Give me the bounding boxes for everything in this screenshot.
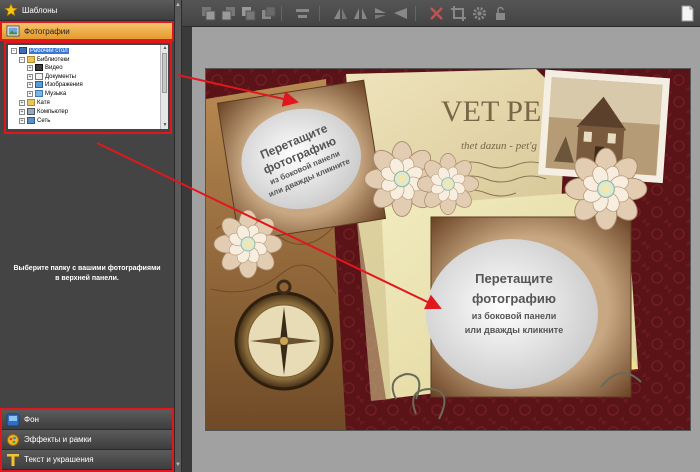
music-icon	[35, 90, 43, 97]
tree-item-user[interactable]: + Катя	[19, 98, 50, 107]
tree-item-images[interactable]: + Изображения	[27, 80, 83, 89]
left-panel: Шаблоны Фотографии − Рабочий стол − Библ…	[0, 0, 174, 472]
flower-decoration	[213, 209, 283, 279]
expand-icon[interactable]: +	[19, 99, 25, 106]
collapse-icon[interactable]: −	[11, 47, 17, 54]
text-section-header[interactable]: Текст и украшения	[2, 450, 172, 470]
flower-decoration	[564, 147, 648, 231]
scrollbar-thumb[interactable]	[162, 53, 167, 93]
tree-item-desktop[interactable]: − Рабочий стол	[11, 46, 69, 55]
expand-icon[interactable]: +	[19, 117, 25, 124]
folder-icon	[27, 99, 35, 106]
desktop-icon	[19, 47, 27, 54]
computer-icon	[27, 108, 35, 115]
folder-icon	[27, 56, 35, 63]
lock-icon[interactable]	[492, 5, 509, 22]
collapse-icon[interactable]: −	[19, 56, 25, 63]
select-folder-hint: Выберите папку с вашими фотографиями в в…	[13, 265, 161, 282]
folder-tree-panel: − Рабочий стол − Библиотеки + Видео + До…	[4, 41, 172, 134]
send-back-button[interactable]	[260, 5, 277, 22]
placeholder-2-line2: фотографию	[472, 291, 556, 306]
bring-front-button[interactable]	[200, 5, 217, 22]
crop-icon[interactable]	[450, 5, 467, 22]
tree-scrollbar[interactable]: ▲ ▼	[160, 45, 168, 129]
photos-label: Фотографии	[24, 26, 70, 36]
video-icon	[35, 64, 43, 71]
photo-frame-2[interactable]: Перетащите фотографию из боковой панели …	[426, 216, 632, 398]
toolbar	[182, 0, 700, 27]
scroll-down-icon[interactable]: ▼	[175, 462, 181, 470]
expand-icon[interactable]: +	[27, 81, 33, 88]
placeholder-2-line4: или дважды кликните	[465, 325, 563, 335]
flip-vertical-button[interactable]	[372, 5, 389, 22]
collage-script-text: thet dazun - pet'g	[461, 140, 537, 152]
effects-icon	[6, 433, 20, 447]
tree-item-music[interactable]: + Музыка	[27, 89, 66, 98]
photos-icon	[6, 24, 20, 38]
collage-canvas[interactable]: VET PE БАЦ thet dazun - pet'g Перетащите	[205, 68, 691, 431]
templates-label: Шаблоны	[22, 5, 58, 15]
background-section-header[interactable]: Фон	[2, 410, 172, 430]
text-icon	[6, 453, 20, 467]
workspace-margin	[182, 27, 192, 472]
documents-icon	[35, 73, 43, 80]
scroll-down-icon[interactable]: ▼	[161, 122, 169, 129]
bottom-sections: Фон Эффекты и рамки Текст и украшения	[0, 408, 174, 472]
scroll-up-icon[interactable]: ▲	[161, 45, 169, 52]
placeholder-2-line1: Перетащите	[475, 271, 553, 286]
background-icon	[6, 413, 20, 427]
tree-item-network[interactable]: + Сеть	[19, 116, 50, 125]
perspective-button[interactable]	[392, 5, 409, 22]
tree-item-computer[interactable]: + Компьютер	[19, 107, 68, 116]
align-button[interactable]	[294, 5, 311, 22]
delete-button[interactable]	[428, 5, 445, 22]
gear-icon[interactable]	[471, 5, 488, 22]
flip-horizontal-button[interactable]	[352, 5, 369, 22]
expand-icon[interactable]: +	[27, 90, 33, 97]
bring-forward-button[interactable]	[220, 5, 237, 22]
scroll-up-icon[interactable]: ▲	[175, 2, 181, 10]
send-backward-button[interactable]	[240, 5, 257, 22]
panel-splitter[interactable]: ▲ ▼	[174, 0, 182, 472]
photos-section-header[interactable]: Фотографии	[0, 21, 174, 41]
flower-decoration	[416, 152, 480, 216]
expand-icon[interactable]: +	[19, 108, 25, 115]
folder-tree[interactable]: − Рабочий стол − Библиотеки + Видео + До…	[8, 45, 165, 129]
star-icon	[4, 3, 18, 17]
placeholder-2-line3: из боковой панели	[472, 311, 557, 321]
network-icon	[27, 117, 35, 124]
expand-icon[interactable]: +	[27, 64, 33, 71]
images-icon	[35, 81, 43, 88]
templates-section-header[interactable]: Шаблоны	[0, 0, 174, 21]
expand-icon[interactable]: +	[27, 73, 33, 80]
new-page-icon[interactable]	[679, 5, 696, 22]
tree-item-video[interactable]: + Видео	[27, 63, 63, 72]
effects-section-header[interactable]: Эффекты и рамки	[2, 430, 172, 450]
flip-left-button[interactable]	[332, 5, 349, 22]
